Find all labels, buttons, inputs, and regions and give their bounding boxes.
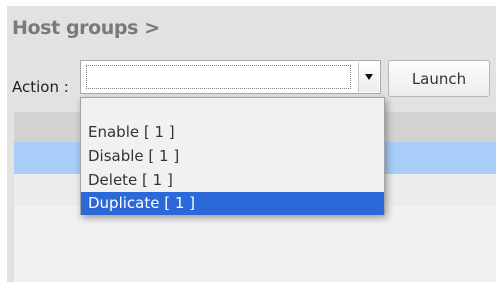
select-focus-ring: [86, 65, 351, 89]
dropdown-option-delete[interactable]: Delete [ 1 ]: [81, 168, 384, 193]
action-dropdown-menu: Enable [ 1 ] Disable [ 1 ] Delete [ 1 ] …: [80, 97, 385, 215]
page-title: Host groups >: [12, 17, 160, 39]
action-select[interactable]: [80, 60, 381, 94]
dropdown-option-duplicate[interactable]: Duplicate [ 1 ]: [81, 192, 384, 215]
dropdown-option-disable[interactable]: Disable [ 1 ]: [81, 144, 384, 169]
launch-button[interactable]: Launch: [388, 60, 490, 97]
dropdown-option-enable[interactable]: Enable [ 1 ]: [81, 120, 384, 145]
action-label: Action :: [12, 78, 69, 96]
chevron-down-icon[interactable]: [358, 62, 379, 92]
